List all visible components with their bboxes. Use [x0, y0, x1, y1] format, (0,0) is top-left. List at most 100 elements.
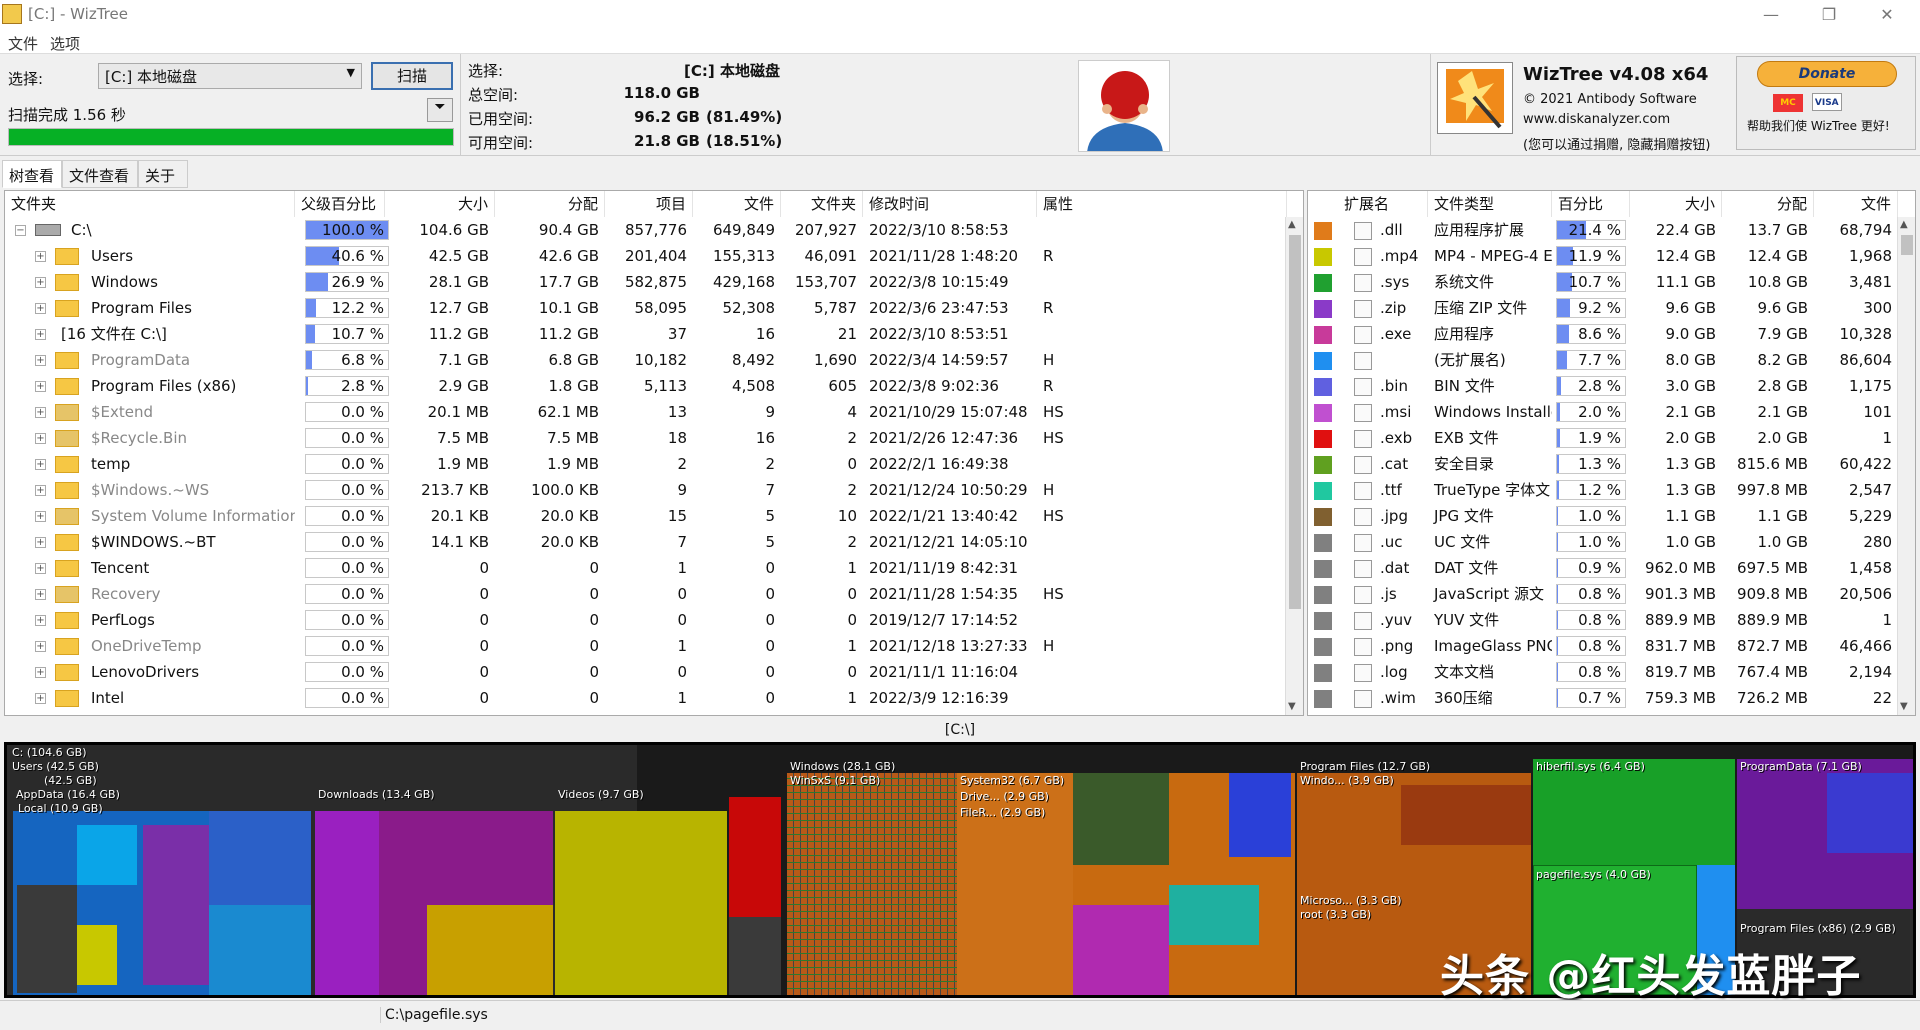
- restore-button[interactable]: ❐: [1806, 2, 1852, 28]
- ext-col-header[interactable]: 大小: [1630, 191, 1722, 217]
- expand-icon[interactable]: +: [35, 511, 46, 522]
- collapse-icon[interactable]: −: [15, 225, 26, 236]
- extension-row[interactable]: .dat DAT 文件 0.9 % 962.0 MB 697.5 MB 1,458: [1308, 555, 1915, 581]
- expand-icon[interactable]: +: [35, 251, 46, 262]
- expand-icon[interactable]: +: [35, 667, 46, 678]
- tree-row[interactable]: + Program Files (x86) 2.8 % 2.9 GB 1.8 GB 5,1…: [5, 373, 1303, 399]
- tree-col-header[interactable]: 大小: [385, 191, 495, 217]
- expand-icon[interactable]: +: [35, 433, 46, 444]
- close-button[interactable]: ✕: [1864, 2, 1910, 28]
- extension-row[interactable]: .exe 应用程序 8.6 % 9.0 GB 7.9 GB 10,328: [1308, 321, 1915, 347]
- expand-icon[interactable]: +: [35, 459, 46, 470]
- tree-col-header[interactable]: 修改时间: [863, 191, 1037, 217]
- tree-row[interactable]: + OneDriveTemp 0.0 % 0 0 1 0 1 2021/12/18 13:27:…: [5, 633, 1303, 659]
- scroll-down-icon[interactable]: ▼: [1900, 701, 1908, 712]
- tree-col-header[interactable]: 文件夹: [781, 191, 863, 217]
- extension-row[interactable]: .mp4 MP4 - MPEG-4 E 11.9 % 12.4 GB 12.4 GB 1,…: [1308, 243, 1915, 269]
- menu-options[interactable]: 选项: [50, 33, 80, 54]
- parent-percent-bar: 6.8 %: [305, 350, 389, 370]
- expand-icon[interactable]: +: [35, 485, 46, 496]
- extension-row[interactable]: .uc UC 文件 1.0 % 1.0 GB 1.0 GB 280: [1308, 529, 1915, 555]
- tree-row[interactable]: + LenovoDrivers 0.0 % 0 0 0 0 0 2021/11/1 11:16:…: [5, 659, 1303, 685]
- tree-col-header[interactable]: 项目: [605, 191, 693, 217]
- percent-fill: [1557, 611, 1559, 629]
- extension-row[interactable]: .cat 安全目录 1.3 % 1.3 GB 815.6 MB 60,422: [1308, 451, 1915, 477]
- extension-row[interactable]: .exb EXB 文件 1.9 % 2.0 GB 2.0 GB 1: [1308, 425, 1915, 451]
- expand-icon[interactable]: +: [35, 303, 46, 314]
- expand-icon[interactable]: +: [35, 615, 46, 626]
- extension-row[interactable]: .wim 360压缩 0.7 % 759.3 MB 726.2 MB 22: [1308, 685, 1915, 711]
- extension-row[interactable]: .yuv YUV 文件 0.8 % 889.9 MB 889.9 MB 1: [1308, 607, 1915, 633]
- ext-col-header[interactable]: 扩展名: [1338, 191, 1428, 217]
- treemap-videos[interactable]: [555, 811, 727, 995]
- extension-row[interactable]: .png ImageGlass PNG 0.8 % 831.7 MB 872.7 MB 4…: [1308, 633, 1915, 659]
- extension-row[interactable]: .js JavaScript 源文 0.8 % 901.3 MB 909.8 MB 20,…: [1308, 581, 1915, 607]
- tree-row[interactable]: + Intel 0.0 % 0 0 1 0 1 2022/3/9 12:16:39: [5, 685, 1303, 711]
- extension-row[interactable]: .msi Windows Installe 2.0 % 2.1 GB 2.1 GB 101: [1308, 399, 1915, 425]
- tree-col-header[interactable]: 文件夹: [5, 191, 295, 217]
- tree-row[interactable]: + ProgramData 6.8 % 7.1 GB 6.8 GB 10,182 8,492…: [5, 347, 1303, 373]
- tree-col-header[interactable]: 父级百分比: [295, 191, 385, 217]
- tree-row[interactable]: + PerfLogs 0.0 % 0 0 0 0 0 2019/12/7 17:14:52: [5, 607, 1303, 633]
- expand-icon[interactable]: +: [35, 641, 46, 652]
- tree-col-header[interactable]: 文件: [693, 191, 781, 217]
- scan-button[interactable]: 扫描: [371, 62, 453, 90]
- tree-scrollbar[interactable]: ▲ ▼: [1285, 217, 1303, 715]
- tree-row[interactable]: + Recovery 0.0 % 0 0 0 0 0 2021/11/28 1:54:35 HS: [5, 581, 1303, 607]
- extension-row[interactable]: .bin BIN 文件 2.8 % 3.0 GB 2.8 GB 1,175: [1308, 373, 1915, 399]
- tab-tree-view[interactable]: 树查看: [2, 160, 62, 188]
- tree-row[interactable]: + $Windows.~WS 0.0 % 213.7 KB 100.0 KB 9 7 2 202…: [5, 477, 1303, 503]
- expand-icon[interactable]: +: [35, 693, 46, 704]
- tree-row[interactable]: + Program Files 12.2 % 12.7 GB 10.1 GB 58,095…: [5, 295, 1303, 321]
- ext-col-header[interactable]: 分配: [1722, 191, 1814, 217]
- scroll-up-icon[interactable]: ▲: [1900, 219, 1908, 230]
- tree-row[interactable]: + Tencent 0.0 % 0 0 1 0 1 2021/11/19 8:42:31: [5, 555, 1303, 581]
- scroll-down-icon[interactable]: ▼: [1288, 701, 1296, 712]
- treemap-winsxs[interactable]: [787, 773, 957, 995]
- tab-file-view[interactable]: 文件查看: [62, 160, 138, 188]
- tree-row[interactable]: + temp 0.0 % 1.9 MB 1.9 MB 2 2 0 2022/2/1 16:49:…: [5, 451, 1303, 477]
- cell-alloc: 2.0 GB: [1757, 429, 1808, 447]
- tree-row[interactable]: + Windows 26.9 % 28.1 GB 17.7 GB 582,875 429,1…: [5, 269, 1303, 295]
- extension-row[interactable]: .sys 系统文件 10.7 % 11.1 GB 10.8 GB 3,481: [1308, 269, 1915, 295]
- extension-scrollbar[interactable]: ▲ ▼: [1897, 217, 1915, 715]
- expand-icon[interactable]: +: [35, 407, 46, 418]
- filter-button[interactable]: ⏷: [427, 98, 453, 122]
- scroll-thumb[interactable]: [1901, 235, 1913, 255]
- tree-row[interactable]: + $Recycle.Bin 0.0 % 7.5 MB 7.5 MB 18 16 2 2021/…: [5, 425, 1303, 451]
- drive-select[interactable]: [C:] 本地磁盘 ▼: [98, 63, 362, 89]
- tree-row[interactable]: + [16 文件在 C:\] 10.7 % 11.2 GB 11.2 GB 37 16 21 2…: [5, 321, 1303, 347]
- tree-row[interactable]: + System Volume Information 0.0 % 20.1 KB 20…: [5, 503, 1303, 529]
- scroll-up-icon[interactable]: ▲: [1288, 219, 1296, 230]
- tree-row[interactable]: + Users 40.6 % 42.5 GB 42.6 GB 201,404 155,313…: [5, 243, 1303, 269]
- extension-row[interactable]: .dll 应用程序扩展 21.4 % 22.4 GB 13.7 GB 68,794: [1308, 217, 1915, 243]
- expand-icon[interactable]: +: [35, 537, 46, 548]
- extension-row[interactable]: .ttf TrueType 字体文 1.2 % 1.3 GB 997.8 MB 2,547: [1308, 477, 1915, 503]
- extension-row[interactable]: .zip 压缩 ZIP 文件 9.2 % 9.6 GB 9.6 GB 300: [1308, 295, 1915, 321]
- website-link[interactable]: www.diskanalyzer.com: [1523, 112, 1670, 127]
- donate-button[interactable]: Donate: [1757, 61, 1897, 87]
- tab-about[interactable]: 关于: [138, 160, 188, 188]
- color-swatch: [1314, 508, 1332, 526]
- ext-col-header[interactable]: 文件类型: [1428, 191, 1552, 217]
- tree-col-header[interactable]: 属性: [1037, 191, 1287, 217]
- expand-icon[interactable]: +: [35, 355, 46, 366]
- expand-icon[interactable]: +: [35, 277, 46, 288]
- extension-row[interactable]: .log 文本文档 0.8 % 819.7 MB 767.4 MB 2,194: [1308, 659, 1915, 685]
- tree-row[interactable]: + $WINDOWS.~BT 0.0 % 14.1 KB 20.0 KB 7 5 2 2021/…: [5, 529, 1303, 555]
- scroll-thumb[interactable]: [1289, 235, 1301, 609]
- cell-alloc: 872.7 MB: [1737, 637, 1808, 655]
- extension-row[interactable]: .jpg JPG 文件 1.0 % 1.1 GB 1.1 GB 5,229: [1308, 503, 1915, 529]
- menu-file[interactable]: 文件: [8, 33, 38, 54]
- tree-row[interactable]: − C:\ 100.0 % 104.6 GB 90.4 GB 857,776 649,849…: [5, 217, 1303, 243]
- expand-icon[interactable]: +: [35, 381, 46, 392]
- minimize-button[interactable]: —: [1748, 2, 1794, 28]
- extension-row[interactable]: (无扩展名) 7.7 % 8.0 GB 8.2 GB 86,604: [1308, 347, 1915, 373]
- ext-col-header[interactable]: 百分比: [1552, 191, 1630, 217]
- expand-icon[interactable]: +: [35, 563, 46, 574]
- ext-col-header[interactable]: 文件: [1814, 191, 1898, 217]
- expand-icon[interactable]: +: [35, 329, 46, 340]
- tree-col-header[interactable]: 分配: [495, 191, 605, 217]
- tree-row[interactable]: + $Extend 0.0 % 20.1 MB 62.1 MB 13 9 4 2021/10/2…: [5, 399, 1303, 425]
- expand-icon[interactable]: +: [35, 589, 46, 600]
